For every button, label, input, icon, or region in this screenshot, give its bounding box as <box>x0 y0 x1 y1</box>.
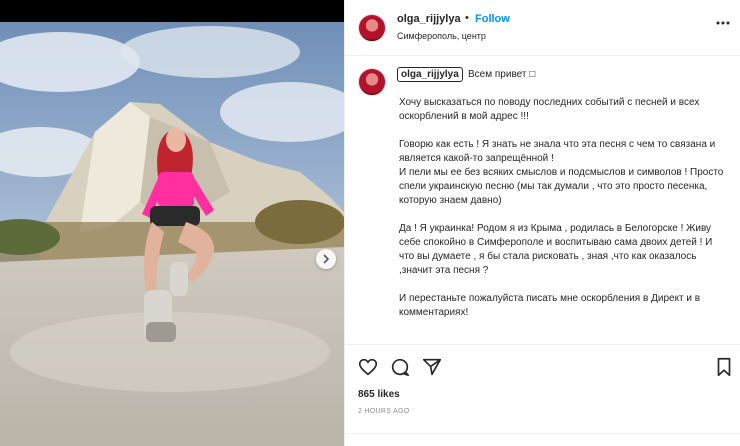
caption-section: olga_rijjylya Всем привет □ Хочу высказа… <box>345 57 740 344</box>
caption-text: Хочу высказаться по поводу последних соб… <box>399 97 724 318</box>
more-options-icon[interactable] <box>715 16 731 30</box>
actions-section: 865 likes 2 HOURS AGO <box>345 344 740 446</box>
next-photo-button[interactable] <box>316 249 336 269</box>
divider <box>345 433 740 434</box>
post-details-panel: olga_rijjylya • Follow Симферополь, цент… <box>344 0 740 446</box>
post-header: olga_rijjylya • Follow Симферополь, цент… <box>345 0 740 56</box>
comment-icon[interactable] <box>389 356 411 378</box>
post-username[interactable]: olga_rijjylya <box>397 13 461 25</box>
caption-avatar[interactable] <box>358 68 386 96</box>
share-icon[interactable] <box>421 356 443 378</box>
caption-username[interactable]: olga_rijjylya <box>397 67 463 82</box>
post-timestamp[interactable]: 2 HOURS AGO <box>358 408 410 415</box>
bookmark-icon[interactable] <box>713 356 735 378</box>
avatar[interactable] <box>358 14 386 42</box>
location-link[interactable]: Симферополь, центр <box>397 31 486 41</box>
chevron-right-icon <box>322 254 330 264</box>
likes-count[interactable]: 865 likes <box>358 389 400 400</box>
caption-greeting: Всем привет □ <box>468 69 536 80</box>
separator-dot: • <box>465 12 469 24</box>
top-black-bar <box>0 0 344 22</box>
post-photo[interactable] <box>0 22 344 446</box>
photo-illustration <box>0 22 344 446</box>
follow-button[interactable]: Follow <box>475 13 510 25</box>
heart-icon[interactable] <box>357 356 379 378</box>
